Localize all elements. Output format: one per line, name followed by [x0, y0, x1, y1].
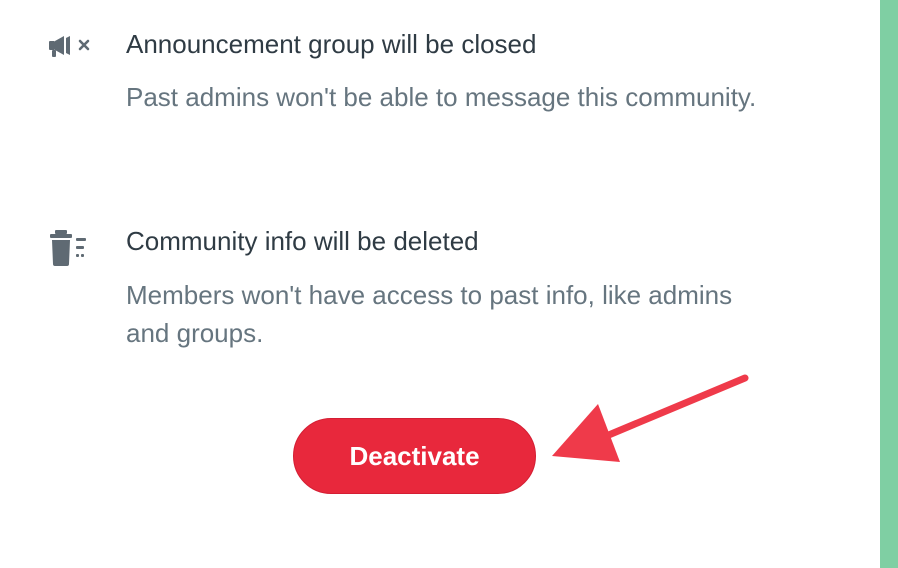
deactivate-button[interactable]: Deactivate: [293, 418, 536, 494]
trash-list-icon: [46, 226, 96, 266]
side-strip: [880, 0, 898, 568]
item-description: Members won't have access to past info, …: [126, 280, 733, 348]
annotation-arrow-icon: [552, 374, 749, 462]
deactivate-community-panel: Announcement group will be closed Past a…: [0, 0, 880, 568]
item-title: Community info will be deleted: [126, 226, 479, 256]
megaphone-muted-icon: [46, 28, 96, 68]
item-description: Past admins won't be able to message thi…: [126, 82, 757, 112]
item-title: Announcement group will be closed: [126, 29, 537, 59]
